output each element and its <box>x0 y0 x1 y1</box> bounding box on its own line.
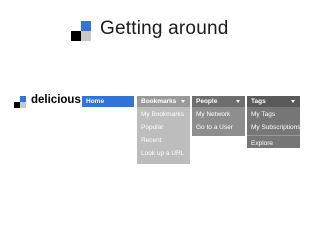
nav-people-menu: People My Network Go to a User <box>192 96 245 136</box>
nav-bookmarks-label: Bookmarks <box>141 98 177 105</box>
bookmarks-dropdown: My Bookmarks Popular Recent Look up a UR… <box>137 107 190 164</box>
tags-dropdown: My Tags My Subscriptions Explore <box>247 107 301 150</box>
nav-people-tab[interactable]: People <box>192 96 245 107</box>
delicious-logo-icon <box>14 96 26 108</box>
menu-item-recent[interactable]: Recent <box>137 134 190 147</box>
menu-item-go-to-user[interactable]: Go to a User <box>192 121 245 134</box>
chevron-down-icon[interactable] <box>291 100 295 103</box>
people-dropdown: My Network Go to a User <box>192 107 245 136</box>
nav-bookmarks-tab[interactable]: Bookmarks <box>137 96 190 107</box>
brand-name: delicious <box>31 94 81 106</box>
menu-item-popular[interactable]: Popular <box>137 121 190 134</box>
nav-tags-label: Tags <box>251 98 266 105</box>
menu-item-my-tags[interactable]: My Tags <box>247 108 300 121</box>
slide-title: Getting around <box>100 18 229 39</box>
menu-item-explore[interactable]: Explore <box>247 137 300 150</box>
slide-logo-icon <box>71 21 91 41</box>
nav-tags-tab[interactable]: Tags <box>247 96 300 107</box>
nav-bookmarks-menu: Bookmarks My Bookmarks Popular Recent Lo… <box>137 96 190 164</box>
nav-people-label: People <box>196 98 218 105</box>
nav-tags-menu: Tags My Tags My Subscriptions Explore <box>247 96 301 150</box>
menu-item-my-bookmarks[interactable]: My Bookmarks <box>137 108 190 121</box>
nav-home-label[interactable]: Home <box>82 96 134 107</box>
chevron-down-icon[interactable] <box>181 100 185 103</box>
menu-item-my-subscriptions[interactable]: My Subscriptions <box>247 121 301 134</box>
menu-item-look-up-url[interactable]: Look up a URL <box>137 147 190 160</box>
menu-item-my-network[interactable]: My Network <box>192 108 245 121</box>
nav-home[interactable]: Home <box>82 96 134 107</box>
chevron-down-icon[interactable] <box>236 100 240 103</box>
menu-divider <box>247 135 300 136</box>
